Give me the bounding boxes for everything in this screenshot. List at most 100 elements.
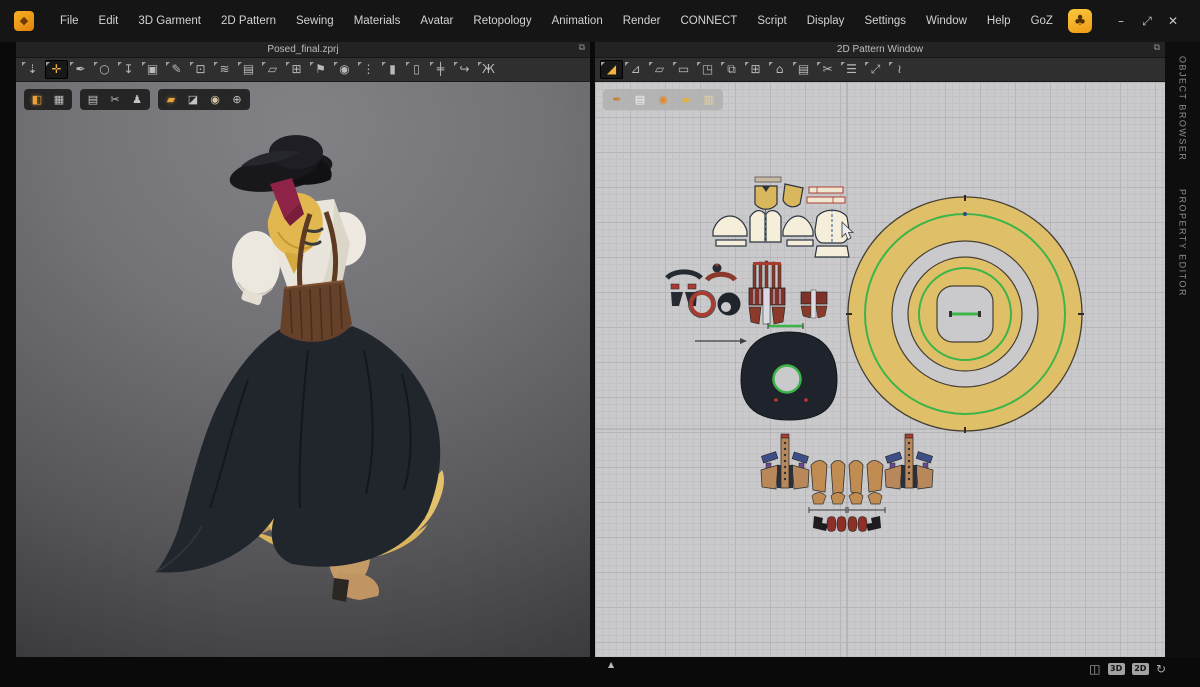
menu-sewing[interactable]: Sewing xyxy=(286,9,344,33)
transform-pattern-tool[interactable]: ◢ xyxy=(600,60,623,79)
wind-tool[interactable]: ⚑ xyxy=(309,60,332,79)
menu-connect[interactable]: CONNECT xyxy=(670,9,747,33)
create-polygon-tool[interactable]: ▱ xyxy=(648,60,671,79)
bend-tool[interactable]: ↪ xyxy=(453,60,476,79)
menu-render[interactable]: Render xyxy=(613,9,671,33)
sewing-tool[interactable]: ✂ xyxy=(816,60,839,79)
brush-2d-tool[interactable]: ✒ xyxy=(607,91,627,108)
toggle-show-sewing[interactable]: ✂ xyxy=(105,91,125,108)
toggle-show-garment-shaded[interactable]: ▦ xyxy=(49,91,69,108)
button-tool[interactable]: ◉ xyxy=(333,60,356,79)
tab-property-editor[interactable]: PROPERTY EDITOR xyxy=(1178,189,1188,297)
minimize-button[interactable]: – xyxy=(1110,10,1132,32)
view-3d-button[interactable]: 3D xyxy=(1108,663,1125,675)
elastic-tool[interactable]: ≀ xyxy=(888,60,911,79)
account-icon[interactable]: ♣ xyxy=(1068,9,1092,33)
flatten-right-tool[interactable]: ▯ xyxy=(405,60,428,79)
quad-mesh-tool[interactable]: ⊞ xyxy=(285,60,308,79)
pose-tool[interactable]: Ж xyxy=(477,60,500,79)
select-lasso-tool[interactable]: ○ xyxy=(93,60,116,79)
menu-goz[interactable]: GoZ xyxy=(1021,9,1063,33)
left-gutter xyxy=(0,42,16,657)
garment-skirt[interactable] xyxy=(156,326,440,573)
pattern-waistband-pieces[interactable] xyxy=(807,187,845,203)
create-internal-shape-tool[interactable]: ◳ xyxy=(696,60,719,79)
select-move-tool[interactable]: ✛ xyxy=(45,60,68,79)
pattern-scarf-pieces[interactable] xyxy=(755,177,803,209)
edit-pattern-tool[interactable]: ⊿ xyxy=(624,60,647,79)
pattern-collar-pieces[interactable] xyxy=(667,264,741,318)
toolbar-3d: ⇣✛✒○↧▣✎⊡≋▤▱⊞⚑◉⋮▮▯╪↪Ж xyxy=(16,58,590,82)
split-view-button[interactable]: ◫ xyxy=(1089,663,1100,675)
pattern-canvas[interactable] xyxy=(595,82,1165,657)
pattern-corset-pieces[interactable] xyxy=(749,261,827,324)
menu-window[interactable]: Window xyxy=(916,9,977,33)
create-rectangle-tool[interactable]: ▭ xyxy=(672,60,695,79)
viewport-2d[interactable]: ✒▤◉▰▥ xyxy=(595,82,1165,657)
menu-avatar[interactable]: Avatar xyxy=(410,9,463,33)
viewport-3d[interactable]: ◧▦ ▤✂♟ ▰◪◉⊕ xyxy=(16,82,590,657)
steam-tool[interactable]: ≋ xyxy=(213,60,236,79)
menu-retopology[interactable]: Retopology xyxy=(463,9,541,33)
toggle-avatar-skin[interactable]: ◉ xyxy=(205,91,225,108)
show-garment-tool[interactable]: ▤ xyxy=(792,60,815,79)
toggle-grid-globe[interactable]: ⊕ xyxy=(227,91,247,108)
toggle-fabric-2d[interactable]: ▰ xyxy=(676,91,696,108)
toggle-colored-pattern[interactable]: ▥ xyxy=(699,91,719,108)
menu-help[interactable]: Help xyxy=(977,9,1021,33)
fit-garment-tool[interactable]: ⊡ xyxy=(189,60,212,79)
iron-tool[interactable]: ⌂ xyxy=(768,60,791,79)
menu-bar: ◆ FileEdit3D Garment2D PatternSewingMate… xyxy=(0,0,1200,42)
toggle-show-avatar[interactable]: ♟ xyxy=(127,91,147,108)
close-button[interactable]: ✕ xyxy=(1162,10,1184,32)
toggle-show-garment[interactable]: ▤ xyxy=(83,91,103,108)
pleats-tool[interactable]: ☰ xyxy=(840,60,863,79)
toggle-fabric-texture[interactable]: ▰ xyxy=(161,91,181,108)
menu-script[interactable]: Script xyxy=(747,9,796,33)
workspace: Posed_final.zprj ⧉ ⇣✛✒○↧▣✎⊡≋▤▱⊞⚑◉⋮▮▯╪↪Ж … xyxy=(0,42,1200,657)
flatten-left-tool[interactable]: ▮ xyxy=(381,60,404,79)
pin-box-tool[interactable]: ▣ xyxy=(141,60,164,79)
pattern-skirt-yoke-piece[interactable] xyxy=(741,332,837,420)
toggle-show-3d-gizmo[interactable]: ◧ xyxy=(27,91,47,108)
menu-display[interactable]: Display xyxy=(797,9,855,33)
pattern-boot-pieces-left[interactable] xyxy=(761,434,846,532)
pin-tool[interactable]: ↧ xyxy=(117,60,140,79)
zipper-tool[interactable]: ⋮ xyxy=(357,60,380,79)
panel-2d: 2D Pattern Window ⧉ ◢⊿▱▭◳⧉⊞⌂▤✂☰⤢≀ ✒▤◉▰▥ xyxy=(595,42,1165,657)
sync-button[interactable]: ↻ xyxy=(1156,663,1166,675)
restore-button[interactable]: ⤢ xyxy=(1136,10,1158,32)
main-menus: FileEdit3D Garment2D PatternSewingMateri… xyxy=(50,9,1063,33)
press-tool[interactable]: ╪ xyxy=(429,60,452,79)
menu-2d-pattern[interactable]: 2D Pattern xyxy=(211,9,286,33)
toggle-show-garment-2d[interactable]: ▤ xyxy=(630,91,650,108)
garment-3d-render[interactable] xyxy=(16,82,590,657)
menu-file[interactable]: File xyxy=(50,9,89,33)
panel-2d-titlebar[interactable]: 2D Pattern Window ⧉ xyxy=(595,42,1165,58)
simulate-tool[interactable]: ⇣ xyxy=(21,60,44,79)
copy-pattern-tool[interactable]: ⧉ xyxy=(720,60,743,79)
toggle-pattern-info[interactable]: ◉ xyxy=(653,91,673,108)
menu-settings[interactable]: Settings xyxy=(854,9,916,33)
grading-tool[interactable]: ⊞ xyxy=(744,60,767,79)
show-shirt-tool[interactable]: ▤ xyxy=(237,60,260,79)
menu-3d-garment[interactable]: 3D Garment xyxy=(128,9,211,33)
menu-edit[interactable]: Edit xyxy=(89,9,129,33)
measure-tool[interactable]: ⤢ xyxy=(864,60,887,79)
expand-timeline-icon[interactable]: ▲ xyxy=(608,660,614,669)
pattern-boot-pieces-right[interactable] xyxy=(848,434,933,532)
pattern-blouse-pieces[interactable] xyxy=(713,209,849,257)
toggle-mesh[interactable]: ◪ xyxy=(183,91,203,108)
sewing-needle-tool[interactable]: ✎ xyxy=(165,60,188,79)
float-window-icon[interactable]: ⧉ xyxy=(579,43,585,53)
menu-animation[interactable]: Animation xyxy=(542,9,613,33)
panel-3d-titlebar[interactable]: Posed_final.zprj ⧉ xyxy=(16,42,590,58)
pattern-move-tool[interactable]: ▱ xyxy=(261,60,284,79)
pattern-circle-skirt[interactable] xyxy=(846,195,1084,433)
app-logo-icon[interactable]: ◆ xyxy=(14,11,34,31)
tab-object-browser[interactable]: OBJECT BROWSER xyxy=(1178,56,1188,161)
select-brush-tool[interactable]: ✒ xyxy=(69,60,92,79)
menu-materials[interactable]: Materials xyxy=(344,9,411,33)
view-2d-button[interactable]: 2D xyxy=(1132,663,1149,675)
float-window-icon[interactable]: ⧉ xyxy=(1154,43,1160,53)
